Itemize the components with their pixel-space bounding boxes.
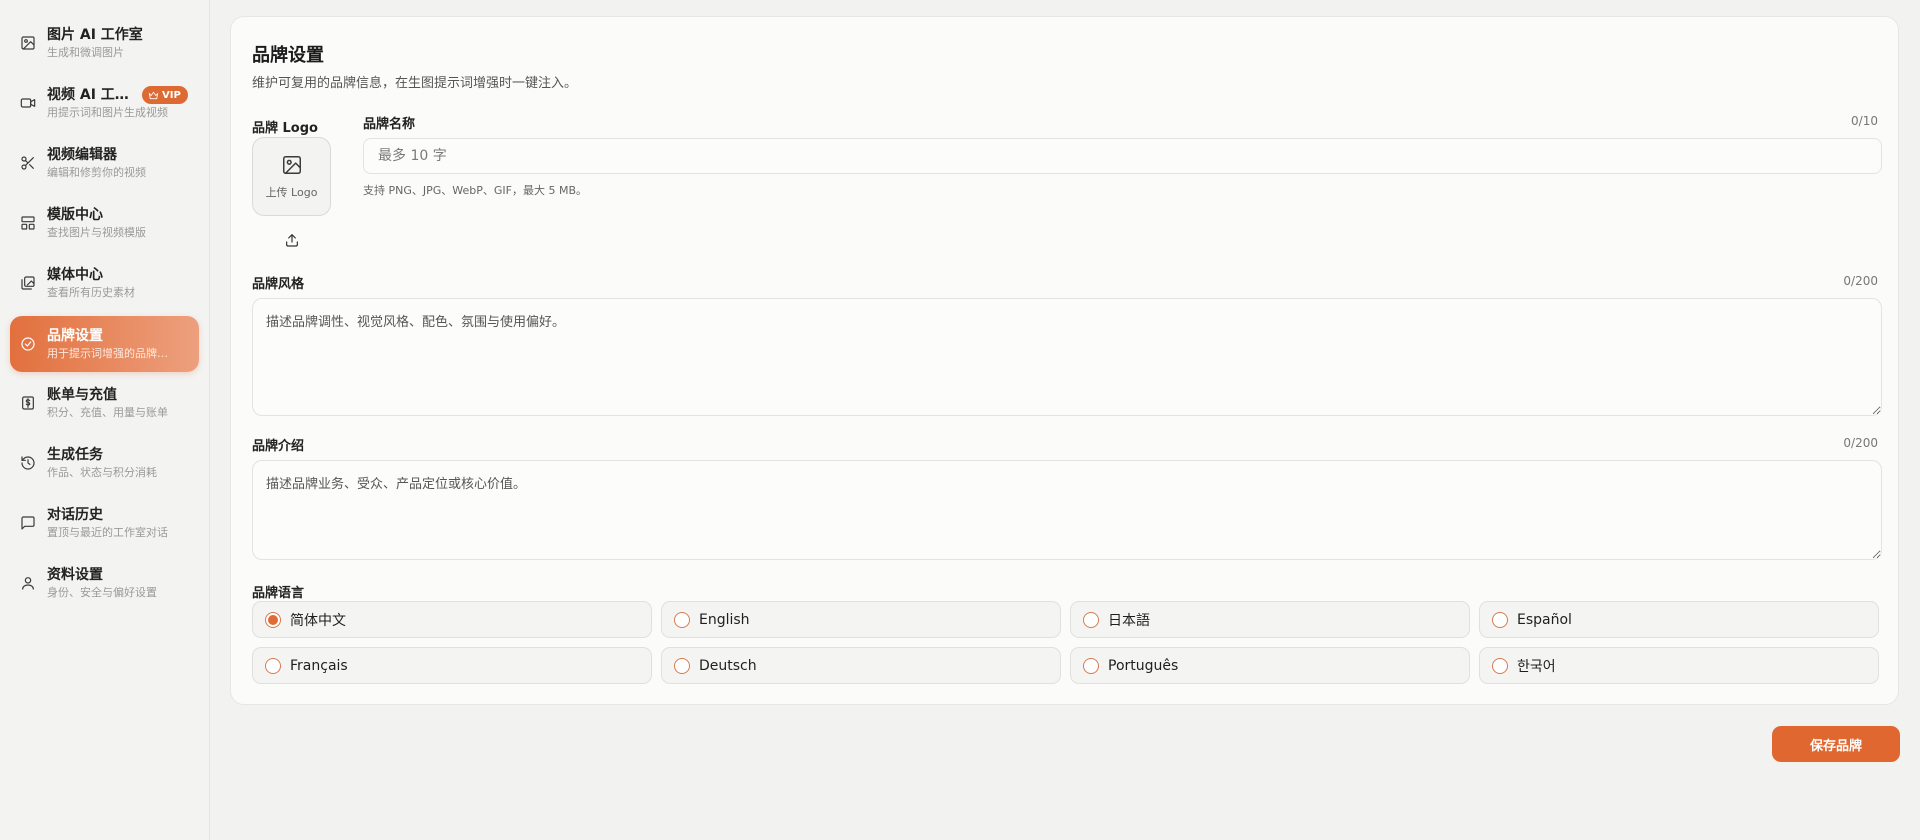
- image-icon: [20, 35, 36, 51]
- brand-style-counter: 0/200: [1843, 274, 1878, 288]
- sidebar-item-subtitle: 身份、安全与偏好设置: [47, 586, 157, 599]
- sidebar-item-title: 视频编辑器: [47, 147, 117, 163]
- sidebar-item-media-center[interactable]: 媒体中心查看所有历史素材: [10, 255, 199, 311]
- radio-button[interactable]: [1083, 611, 1099, 628]
- chat-icon: [20, 515, 36, 531]
- radio-button[interactable]: [265, 657, 281, 674]
- sidebar-item-subtitle: 编辑和修剪你的视频: [47, 166, 146, 179]
- language-label: 简体中文: [290, 612, 346, 629]
- logo-label: 品牌 Logo: [252, 121, 318, 136]
- sidebar: 图片 AI 工作室 生成和微调图片 视频 AI 工作室用提示词和图片生成视频 VI…: [0, 0, 210, 840]
- sidebar-item-subtitle: 生成和微调图片: [47, 46, 124, 59]
- user-icon: [20, 575, 36, 591]
- language-label: Português: [1108, 657, 1179, 674]
- radio-button[interactable]: [1492, 611, 1508, 628]
- sidebar-item-video-editor[interactable]: 视频编辑器编辑和修剪你的视频: [10, 135, 199, 191]
- page-description: 维护可复用的品牌信息，在生图提示词增强时一键注入。: [252, 76, 578, 91]
- language-option-zh[interactable]: 简体中文: [252, 601, 652, 638]
- check-circle-icon: [20, 336, 36, 352]
- brand-language-label: 品牌语言: [252, 586, 305, 601]
- sidebar-item-title: 品牌设置: [47, 328, 103, 344]
- gallery-icon: [20, 275, 36, 291]
- radio-button[interactable]: [674, 611, 690, 628]
- sidebar-item-brand-settings[interactable]: 品牌设置用于提示词增强的品牌信息: [10, 316, 199, 372]
- language-option-ja[interactable]: 日本語: [1070, 601, 1470, 638]
- language-option-ko[interactable]: 한국어: [1479, 647, 1879, 684]
- language-label: Français: [290, 657, 348, 674]
- sidebar-item-image-studio[interactable]: 图片 AI 工作室 生成和微调图片: [10, 15, 199, 71]
- sidebar-item-subtitle: 查找图片与视频模版: [47, 226, 146, 239]
- language-label: English: [699, 611, 750, 628]
- dollar-icon: [20, 395, 36, 411]
- radio-button[interactable]: [265, 611, 281, 628]
- vip-badge: VIP: [142, 86, 188, 104]
- layout-icon: [20, 215, 36, 231]
- radio-button[interactable]: [1083, 657, 1099, 674]
- language-option-de[interactable]: Deutsch: [661, 647, 1061, 684]
- brand-settings-card: 品牌设置 维护可复用的品牌信息，在生图提示词增强时一键注入。 品牌 Logo 上…: [230, 16, 1899, 705]
- sidebar-item-title: 资料设置: [47, 567, 103, 583]
- scissors-icon: [20, 155, 36, 171]
- brand-name-input[interactable]: [363, 138, 1882, 174]
- sidebar-item-templates[interactable]: 模版中心查找图片与视频模版: [10, 195, 199, 251]
- logo-upload-text: 上传 Logo: [265, 185, 318, 199]
- brand-intro-counter: 0/200: [1843, 436, 1878, 450]
- sidebar-item-subtitle: 置顶与最近的工作室对话: [47, 526, 168, 539]
- language-label: Español: [1517, 611, 1572, 628]
- sidebar-item-profile[interactable]: 资料设置身份、安全与偏好设置: [10, 555, 199, 611]
- language-label: 한국어: [1517, 658, 1556, 675]
- sidebar-item-title: 媒体中心: [47, 267, 103, 283]
- sidebar-item-subtitle: 用提示词和图片生成视频: [47, 106, 168, 119]
- logo-format-hint: 支持 PNG、JPG、WebP、GIF，最大 5 MB。: [363, 184, 588, 197]
- language-label: 日本語: [1108, 612, 1150, 629]
- sidebar-item-title: 视频 AI 工作室: [47, 87, 139, 103]
- brand-intro-label: 品牌介绍: [252, 439, 305, 454]
- sidebar-item-title: 图片 AI 工作室: [47, 27, 143, 43]
- history-icon: [20, 455, 36, 471]
- language-label: Deutsch: [699, 657, 757, 674]
- brand-intro-textarea[interactable]: [252, 460, 1882, 560]
- vip-badge-label: VIP: [162, 89, 181, 101]
- brand-name-label: 品牌名称: [363, 117, 416, 132]
- sidebar-item-subtitle: 积分、充值、用量与账单: [47, 406, 168, 419]
- upload-icon: [286, 234, 298, 247]
- video-icon: [20, 95, 36, 111]
- save-brand-button[interactable]: 保存品牌: [1772, 726, 1900, 762]
- sidebar-item-subtitle: 查看所有历史素材: [47, 286, 135, 299]
- language-option-en[interactable]: English: [661, 601, 1061, 638]
- radio-button[interactable]: [1492, 657, 1508, 674]
- radio-button[interactable]: [674, 657, 690, 674]
- sidebar-item-tasks[interactable]: 生成任务作品、状态与积分消耗: [10, 435, 199, 491]
- sidebar-item-title: 账单与充值: [47, 387, 117, 403]
- brand-style-label: 品牌风格: [252, 277, 305, 292]
- crown-icon: [148, 91, 159, 99]
- upload-button[interactable]: [282, 230, 302, 250]
- sidebar-item-chat-history[interactable]: 对话历史置顶与最近的工作室对话: [10, 495, 199, 551]
- sidebar-item-title: 生成任务: [47, 447, 103, 463]
- sidebar-item-title: 模版中心: [47, 207, 103, 223]
- language-option-es[interactable]: Español: [1479, 601, 1879, 638]
- language-option-pt[interactable]: Português: [1070, 647, 1470, 684]
- brand-name-counter: 0/10: [1851, 114, 1878, 128]
- image-placeholder-icon: [282, 155, 301, 174]
- language-option-fr[interactable]: Français: [252, 647, 652, 684]
- sidebar-item-title: 对话历史: [47, 507, 103, 523]
- sidebar-item-billing[interactable]: 账单与充值积分、充值、用量与账单: [10, 375, 199, 431]
- brand-style-textarea[interactable]: [252, 298, 1882, 416]
- sidebar-item-subtitle: 用于提示词增强的品牌信息: [47, 347, 177, 360]
- sidebar-item-subtitle: 作品、状态与积分消耗: [47, 466, 157, 479]
- page-title: 品牌设置: [252, 45, 324, 66]
- logo-upload-box[interactable]: 上传 Logo: [252, 137, 331, 216]
